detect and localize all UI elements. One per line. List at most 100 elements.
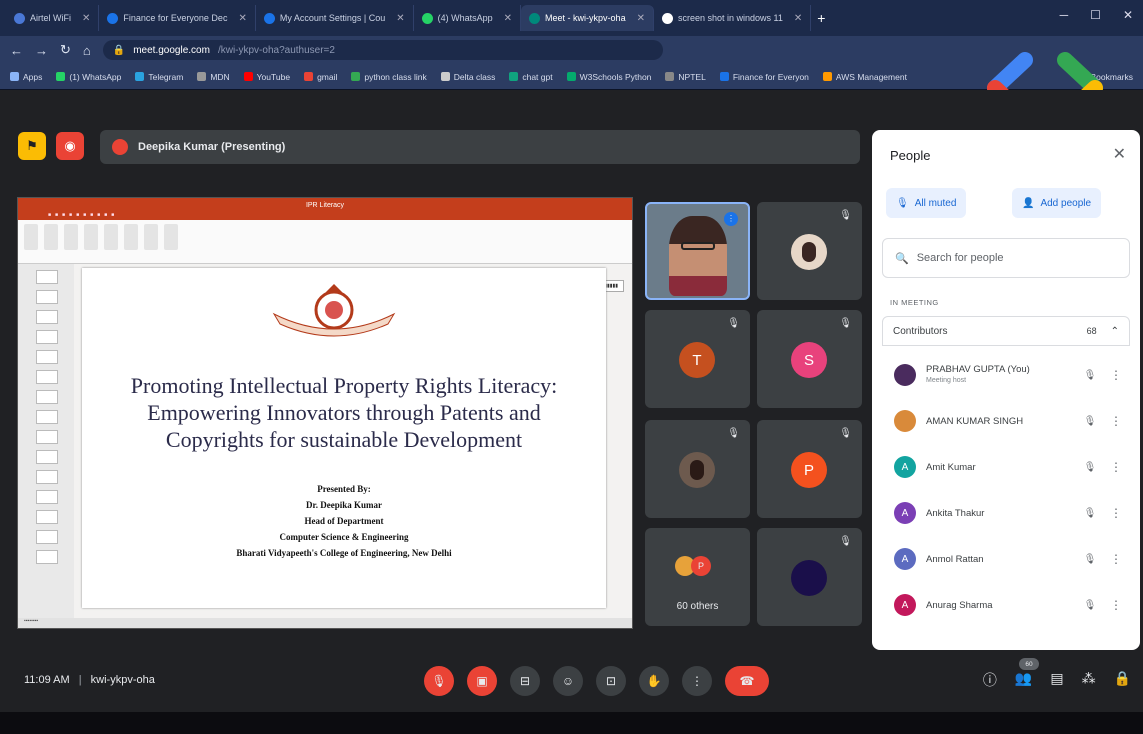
browser-tab[interactable]: (4) WhatsApp ✕ <box>414 5 522 31</box>
url-input[interactable]: 🔒 meet.google.com/kwi-ykpv-oha?authuser=… <box>102 40 663 60</box>
ribbon-tabs: ■■■■■■■■■■ <box>18 212 632 220</box>
participant-row[interactable]: PRABHAV GUPTA (You) Meeting host 🎙 ⋮ <box>882 352 1130 398</box>
present-button[interactable]: ⊡ <box>596 666 626 696</box>
more-options-button[interactable]: ⋮ <box>682 666 712 696</box>
search-input[interactable]: 🔍 Search for people <box>882 238 1130 278</box>
close-tab-icon[interactable]: ✕ <box>396 13 404 24</box>
record-button[interactable]: ◉ <box>56 132 84 160</box>
bookmark-item[interactable]: python class link <box>351 72 427 82</box>
mic-off-icon[interactable]: 🎙 <box>1080 600 1100 611</box>
participant-avatar <box>894 364 916 386</box>
participant-video-tile[interactable]: ⋮ <box>645 202 750 300</box>
host-controls-icon[interactable]: 🔒 <box>1114 670 1131 690</box>
mute-all-button[interactable]: 🎙 All muted <box>886 188 967 218</box>
participant-video <box>669 216 727 296</box>
bookmark-item[interactable]: W3Schools Python <box>566 72 651 82</box>
forward-icon[interactable]: → <box>35 43 48 58</box>
home-icon[interactable]: ⌂ <box>83 43 91 58</box>
bookmark-item[interactable]: (1) WhatsApp <box>56 72 121 82</box>
bookmark-item[interactable]: gmail <box>304 72 337 82</box>
host-controls-button[interactable]: ⚑ <box>18 132 46 160</box>
more-options-icon[interactable]: ⋮ <box>1110 552 1122 566</box>
people-icon[interactable]: 👥 <box>1015 670 1032 690</box>
participant-tile[interactable]: S 🎙 <box>757 310 862 408</box>
bookmark-item[interactable]: NPTEL <box>665 72 706 82</box>
participant-tile[interactable]: 🎙 <box>757 202 862 300</box>
info-icon[interactable]: ⓘ <box>983 670 997 690</box>
close-icon[interactable]: ✕ <box>1113 144 1126 164</box>
participant-tile[interactable]: 🎙 <box>757 528 862 626</box>
close-tab-icon[interactable]: ✕ <box>794 13 802 24</box>
others-tile[interactable]: P 60 others <box>645 528 750 626</box>
more-options-icon[interactable]: ⋮ <box>1110 460 1122 474</box>
bookmark-item[interactable]: Delta class <box>440 72 495 82</box>
close-tab-icon[interactable]: ✕ <box>82 13 90 24</box>
more-options-icon[interactable]: ⋮ <box>1110 414 1122 428</box>
browser-tab-active[interactable]: Meet - kwi-ykpv-oha ✕ <box>521 5 654 31</box>
close-window-icon[interactable]: ✕ <box>1123 8 1133 22</box>
mic-toggle-button[interactable]: 🎙 <box>424 666 454 696</box>
bookmark-icon <box>509 72 519 81</box>
activities-icon[interactable]: ⁂ <box>1082 670 1096 690</box>
minimize-icon[interactable]: ─ <box>1060 8 1069 22</box>
close-tab-icon[interactable]: ✕ <box>504 13 512 24</box>
call-controls: 🎙 ▣ ⊟ ☺ ⊡ ✋ ⋮ ☎ <box>424 666 769 696</box>
ribbon-button <box>104 224 118 250</box>
mic-off-icon[interactable]: 🎙 <box>1080 462 1100 473</box>
ribbon <box>18 220 632 264</box>
captions-button[interactable]: ⊟ <box>510 666 540 696</box>
reload-icon[interactable]: ↻ <box>60 42 71 58</box>
back-icon[interactable]: ← <box>10 43 23 58</box>
mic-off-icon[interactable]: 🎙 <box>1080 370 1100 381</box>
more-options-icon[interactable]: ⋮ <box>1110 368 1122 382</box>
raise-hand-button[interactable]: ✋ <box>639 666 669 696</box>
emoji-button[interactable]: ☺ <box>553 666 583 696</box>
new-tab-button[interactable]: + <box>817 10 825 26</box>
browser-tab[interactable]: Finance for Everyone Dec ✕ <box>99 5 256 31</box>
others-label: 60 others <box>676 601 719 612</box>
bookmark-item[interactable]: MDN <box>197 72 230 82</box>
mic-off-icon[interactable]: 🎙 <box>1080 508 1100 519</box>
lock-icon: 🔒 <box>112 44 126 56</box>
search-icon: 🔍 <box>895 252 909 265</box>
more-options-icon[interactable]: ⋮ <box>1110 506 1122 520</box>
bookmark-item[interactable]: Telegram <box>135 72 183 82</box>
participant-tile[interactable]: P 🎙 <box>757 420 862 518</box>
more-options-icon[interactable]: ⋮ <box>1110 598 1122 612</box>
camera-toggle-button[interactable]: ▣ <box>467 666 497 696</box>
browser-tab[interactable]: screen shot in windows 11 ✕ <box>654 5 812 31</box>
close-tab-icon[interactable]: ✕ <box>238 13 246 24</box>
slide-thumbnail <box>36 290 58 304</box>
slide-thumbnail <box>36 530 58 544</box>
participant-tile[interactable]: 🎙 <box>645 420 750 518</box>
slide-thumbnail <box>36 270 58 284</box>
close-tab-icon[interactable]: ✕ <box>637 13 645 24</box>
contributors-section[interactable]: Contributors 68 ⌃ <box>882 316 1130 346</box>
bookmark-icon <box>304 72 314 81</box>
participant-row[interactable]: AMAN KUMAR SINGH 🎙 ⋮ <box>882 398 1130 444</box>
chat-icon[interactable]: ▤ <box>1050 670 1063 690</box>
bookmark-icon <box>135 72 145 81</box>
browser-tab[interactable]: Airtel WiFi ✕ <box>6 5 100 31</box>
mic-off-icon[interactable]: 🎙 <box>1080 416 1100 427</box>
mic-off-icon[interactable]: 🎙 <box>1080 554 1100 565</box>
bookmark-item[interactable]: AWS Management <box>822 72 907 82</box>
people-panel: People ✕ 🎙 All muted 👤 Add people 🔍 Search … <box>872 130 1140 650</box>
participant-row[interactable]: A Anurag Sharma 🎙 ⋮ <box>882 582 1130 628</box>
participant-tile[interactable]: T 🎙 <box>645 310 750 408</box>
bookmark-item[interactable]: Apps <box>10 72 42 82</box>
leave-call-button[interactable]: ☎ <box>725 666 769 696</box>
participant-row[interactable]: A Ankita Thakur 🎙 ⋮ <box>882 490 1130 536</box>
slide-thumbnail <box>36 550 58 564</box>
window-controls: ─ ☐ ✕ <box>1060 8 1133 22</box>
chevron-up-icon[interactable]: ⌃ <box>1111 326 1119 337</box>
bookmark-item[interactable]: chat gpt <box>509 72 553 82</box>
participant-row[interactable]: A Anmol Rattan 🎙 ⋮ <box>882 536 1130 582</box>
clock-time: 11:09 AM <box>24 674 70 686</box>
participant-row[interactable]: A Amit Kumar 🎙 ⋮ <box>882 444 1130 490</box>
add-people-button[interactable]: 👤 Add people <box>1012 188 1102 218</box>
browser-tab[interactable]: My Account Settings | Cou ✕ <box>256 5 414 31</box>
maximize-icon[interactable]: ☐ <box>1090 8 1101 22</box>
bookmark-item[interactable]: Finance for Everyon <box>719 72 809 82</box>
bookmark-item[interactable]: YouTube <box>243 72 290 82</box>
